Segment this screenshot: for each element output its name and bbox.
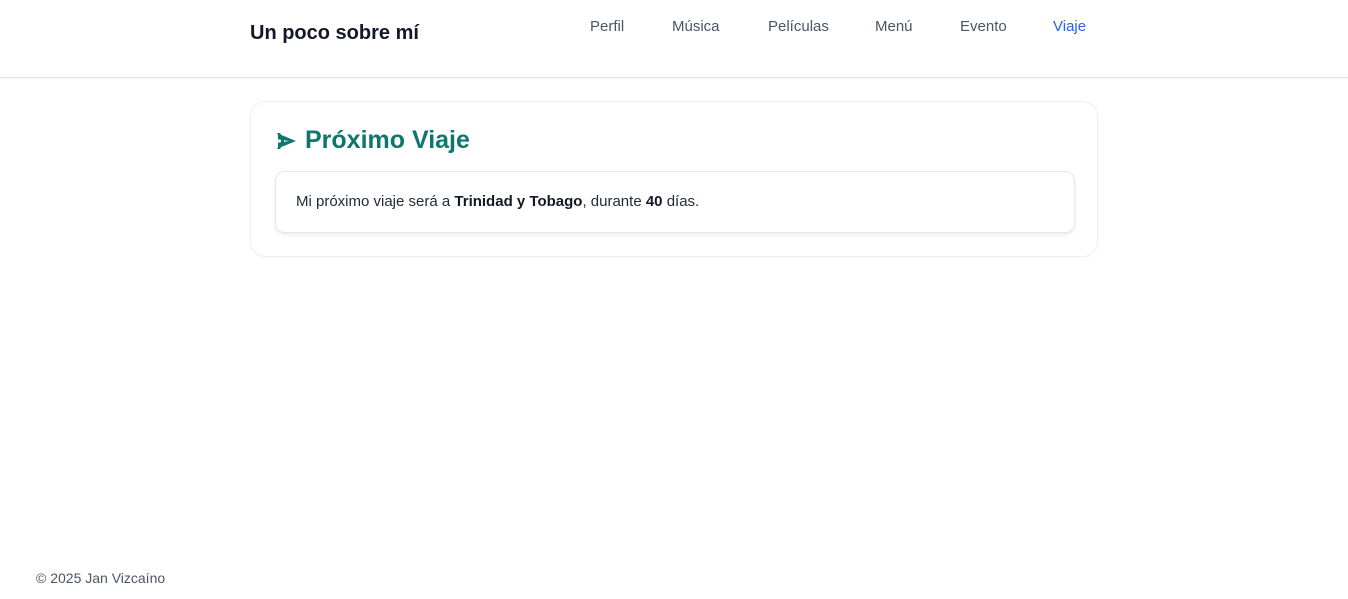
footer-copyright: © 2025 Jan Vizcaíno	[36, 570, 166, 586]
trip-description: Mi próximo viaje será a Trinidad y Tobag…	[296, 193, 699, 210]
site-header: Un poco sobre mí Perfil Música Películas…	[0, 0, 1348, 78]
nav-item-perfil[interactable]: Perfil	[590, 18, 624, 35]
nav-item-menu[interactable]: Menú	[875, 18, 913, 35]
trip-middle: , durante	[582, 193, 646, 210]
airplane-icon	[275, 129, 299, 153]
trip-days: 40	[645, 193, 663, 210]
card-title: Próximo Viaje	[275, 126, 470, 155]
trip-suffix: días.	[662, 193, 700, 210]
trip-card: Próximo Viaje Mi próximo viaje será a Tr…	[250, 101, 1098, 257]
card-title-text: Próximo Viaje	[305, 126, 470, 154]
trip-prefix: Mi próximo viaje será a	[296, 193, 455, 210]
nav-item-evento[interactable]: Evento	[960, 18, 1007, 35]
trip-destination: Trinidad y Tobago	[454, 193, 583, 210]
nav-item-peliculas[interactable]: Películas	[768, 18, 829, 35]
site-title: Un poco sobre mí	[250, 22, 419, 44]
nav-item-viaje[interactable]: Viaje	[1053, 18, 1086, 35]
nav-item-musica[interactable]: Música	[672, 18, 720, 35]
trip-details-box: Mi próximo viaje será a Trinidad y Tobag…	[275, 171, 1075, 233]
